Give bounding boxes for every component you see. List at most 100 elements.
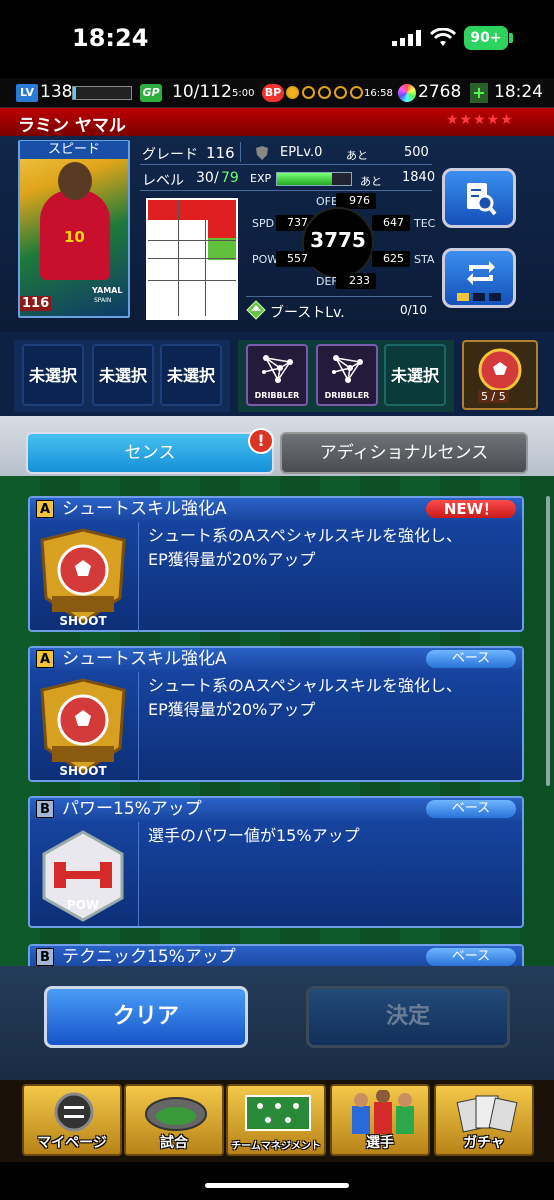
divider [138,522,139,632]
bp-timer: 16:58 [364,88,393,99]
stat-def-label: DEF [316,275,338,288]
stat-sta-value: 625 [372,251,410,267]
scrollbar[interactable] [546,496,550,786]
skill-slot-3[interactable]: 未選択 [160,344,222,406]
home-indicator[interactable] [205,1183,349,1188]
nav-mypage[interactable]: マイページ [22,1084,122,1156]
page-indicator [473,293,485,301]
stadium-icon [145,1097,207,1131]
ep-level: EPLv.0 [280,145,323,160]
divider [140,164,432,165]
stat-def-value: 233 [336,273,376,289]
stat-tec-label: TEC [414,217,436,230]
nav-label: 選手 [366,1135,394,1151]
stat-tec-value: 647 [372,215,410,231]
sense-list[interactable]: A シュートスキル強化A NEW！ SHOOT シュート系のAスペシャルスキルを… [0,476,554,966]
add-gems-button[interactable]: + [470,83,488,103]
sense-item[interactable]: A シュートスキル強化A NEW！ SHOOT シュート系のAスペシャルスキルを… [28,496,524,632]
nav-match[interactable]: 試合 [124,1084,224,1156]
skill-slot-4[interactable]: 未選択 [384,344,446,406]
base-badge: ベース [426,948,516,966]
sense-description-line: EP獲得量が20%アップ [148,700,316,719]
nav-gacha[interactable]: ガチャ [434,1084,534,1156]
sense-description-line: 選手のパワー値が15%アップ [148,826,360,845]
sense-grade-badge: A [36,500,54,518]
jersey-number: 10 [64,228,85,246]
alert-badge: ! [248,428,274,454]
network-icon [262,355,293,383]
players-icon [352,1090,414,1134]
dribbler-slot-2[interactable]: DRIBBLER [316,344,378,406]
sense-title: パワー15%アップ [62,799,202,819]
nav-team-management[interactable]: チームマネジメント [226,1084,326,1156]
nav-label: ガチャ [463,1135,505,1151]
base-badge: ベース [426,800,516,818]
formation-board-icon [245,1095,311,1131]
boost-label: ブーストLv. [270,305,345,321]
stat-pow-label: POW [252,253,279,266]
divider [138,822,139,926]
tab-additional-sense[interactable]: アディショナルセンス [280,432,528,474]
bp-badge: BP [262,84,284,102]
gem-icon [398,84,416,102]
pitch-line [178,200,206,316]
ep-remain-label: あと [346,149,368,162]
battery-tip [509,33,513,43]
level-progress-bar [72,86,132,100]
divider [246,296,432,297]
home-bar-area [0,1162,554,1200]
card-type-label: スピード [20,141,128,159]
divider [140,190,432,191]
icon-label: SHOOT [59,764,107,778]
bp-ball-icon [350,86,363,99]
exp-bar-fill [277,173,332,185]
position-pitch [146,198,238,320]
card-rating: 116 [20,296,52,311]
boost-icon [246,300,266,320]
ep-remain-value: 500 [404,145,429,160]
gp-value: 10/112 [172,82,232,102]
player-portrait [58,162,92,200]
hud-clock: 18:24 [494,82,543,102]
player-detail-button[interactable] [442,168,516,228]
stat-ofe-label: OFE [316,195,338,208]
stat-pow-value: 557 [276,251,314,267]
network-icon [332,355,363,383]
skill-slot-1[interactable]: 未選択 [22,344,84,406]
level-label: レベル [142,173,184,189]
level-progress-fill [73,87,76,99]
sense-description: シュート系のAスペシャルスキルを強化し、 EP獲得量が20%アップ [148,674,462,722]
skill-slot-2[interactable]: 未選択 [92,344,154,406]
divider [240,142,241,162]
sense-grade-badge: B [36,948,54,966]
cards-icon [456,1095,518,1133]
sense-title: シュートスキル強化A [62,649,227,669]
tab-sense[interactable]: センス [26,432,274,474]
sense-pack-item[interactable]: 5 / 5 [462,340,538,410]
sense-item[interactable]: A シュートスキル強化A ベース SHOOT シュート系のAスペシャルスキルを強… [28,646,524,782]
player-name: ラミン ヤマル [18,116,126,136]
boost-value: 0/10 [400,303,427,317]
bp-ball-icon [302,86,315,99]
pitch-line [148,280,236,281]
home-emblem-icon [54,1092,94,1132]
cellular-signal-icon [392,30,421,46]
sense-item[interactable]: B パワー15%アップ ベース POW 選手のパワー値が15%アップ [28,796,524,928]
confirm-button[interactable]: 決定 [306,986,510,1048]
swap-player-button[interactable] [442,248,516,308]
sense-description-line: シュート系のAスペシャルスキルを強化し、 [148,526,462,545]
stat-sta-label: STA [414,253,435,266]
dribbler-slot-1[interactable]: DRIBBLER [246,344,308,406]
icon-label: SHOOT [59,614,107,628]
magnify-document-icon [467,183,497,216]
swap-icon [467,261,495,285]
bp-ball-icon [286,86,299,99]
sense-item[interactable]: B テクニック15%アップ ベース [28,944,524,966]
battery-indicator: 90+ [464,26,508,50]
rarity-stars: ★★★★★ [446,112,514,128]
exp-label: EXP [250,172,272,185]
level-max: 79 [221,170,239,186]
nav-players[interactable]: 選手 [330,1084,430,1156]
nav-label: チームマネジメント [231,1141,321,1152]
clear-button[interactable]: クリア [44,986,248,1048]
